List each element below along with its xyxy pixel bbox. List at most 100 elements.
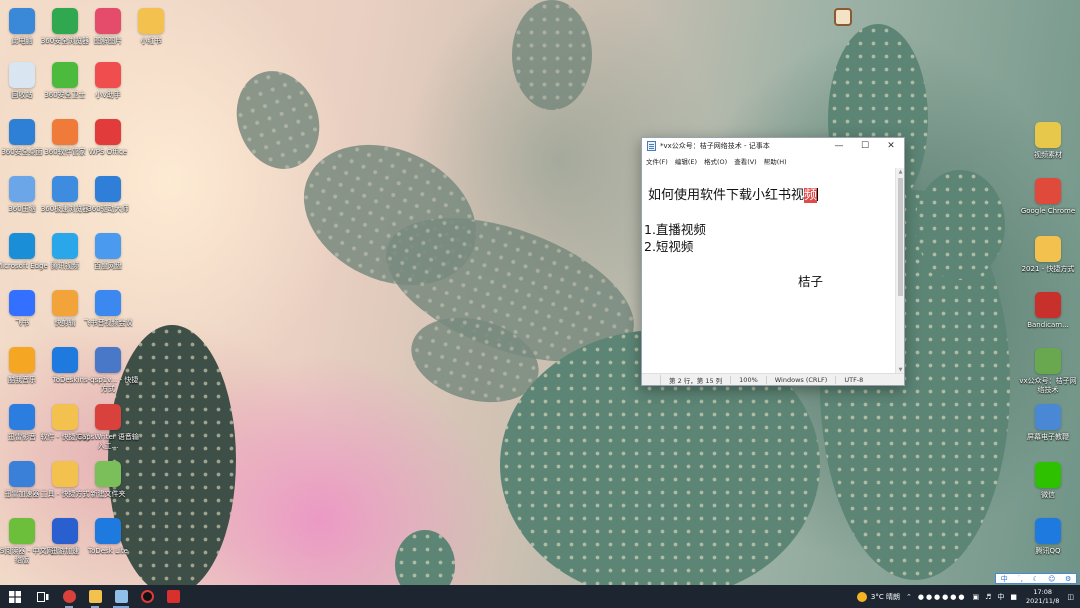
- desktop-icon-label: ToDesk Lite: [88, 547, 128, 555]
- desktop-icon[interactable]: 2021 - 快捷方式: [1016, 234, 1080, 290]
- ime-punct-icon[interactable]: ˙,: [1017, 575, 1023, 583]
- close-button[interactable]: ✕: [878, 138, 904, 154]
- shortcut-icon: [95, 347, 121, 373]
- tray-app-icons[interactable]: ●●●●●●: [918, 593, 967, 601]
- menu-view[interactable]: 查看(V): [734, 156, 757, 166]
- windows-icon: [9, 590, 21, 603]
- title-bar[interactable]: *vx公众号：桔子网络技术 - 记事本 — ☐ ✕: [642, 138, 904, 154]
- start-button[interactable]: [0, 585, 30, 608]
- desktop-icon-label: WPS Office: [88, 148, 128, 156]
- maximize-button[interactable]: ☐: [852, 138, 878, 154]
- clock[interactable]: 17:08 2021/11/8: [1026, 588, 1059, 606]
- ime-toolbar[interactable]: 中 ˙, ☾ ☺ ⚙: [995, 573, 1077, 584]
- bandicam-icon: [166, 590, 180, 603]
- ime-settings-icon[interactable]: ⚙: [1065, 575, 1071, 583]
- desktop-icon[interactable]: 腾讯QQ: [1016, 516, 1080, 572]
- notification-icon[interactable]: ◫: [1067, 593, 1074, 601]
- todesk-lite-icon: [95, 518, 121, 544]
- desktop-icon[interactable]: 360驱动大师: [76, 174, 140, 230]
- desktop-icon[interactable]: WPS Office: [76, 117, 140, 173]
- taskbar-app-bandicam[interactable]: [160, 585, 186, 608]
- baidu-netdisk-icon: [95, 233, 121, 259]
- desktop-wallpaper: 此电脑 360安全浏览器 图解图片 小红书 回收站 360安全卫士 小V助手 360安全桌面 3…: [0, 0, 1080, 585]
- desktop-icon-label: 小V助手: [95, 91, 121, 99]
- menu-bar: 文件(F) 编辑(E) 格式(O) 查看(V) 帮助(H): [642, 154, 904, 167]
- record-icon: [140, 590, 154, 603]
- list-item-2: 2.短视频: [644, 239, 694, 254]
- desktop-icon[interactable]: 飞书音视频会议: [76, 288, 140, 344]
- desktop-icon[interactable]: CapsWriter 语音输入工...: [76, 402, 140, 458]
- scroll-thumb[interactable]: [898, 178, 903, 296]
- game-accelerator-icon: [52, 518, 78, 544]
- ime-mode[interactable]: 中: [1001, 574, 1008, 584]
- menu-edit[interactable]: 编辑(E): [675, 156, 697, 166]
- desktop-icon[interactable]: Google Chrome: [1016, 176, 1080, 232]
- desktop-icon[interactable]: 小V助手: [76, 60, 140, 116]
- taskbar-app-360[interactable]: [56, 585, 82, 608]
- clock-date: 2021/11/8: [1026, 596, 1060, 605]
- 360-browser-icon: [52, 8, 78, 34]
- video-player-icon: [9, 404, 35, 430]
- network-icon[interactable]: ▣: [973, 593, 980, 601]
- wps-icon: [95, 119, 121, 145]
- cactus-pad: [223, 59, 333, 181]
- camera-icon[interactable]: [834, 8, 852, 26]
- folder-icon: [1035, 122, 1061, 148]
- vertical-scrollbar[interactable]: ▲ ▼: [895, 168, 904, 374]
- desktop-icon[interactable]: 新建文件夹: [76, 459, 140, 515]
- desktop-icon-label: Google Chrome: [1020, 207, 1076, 215]
- capswriter-icon: [95, 404, 121, 430]
- desktop-icon[interactable]: 百度网盘: [76, 231, 140, 287]
- image-viewer-icon: [95, 8, 121, 34]
- cactus-pad: [512, 0, 592, 110]
- cactus-pad: [915, 170, 1005, 280]
- rss-icon: [9, 518, 35, 544]
- tencent-video-icon: [52, 233, 78, 259]
- ime-moon-icon[interactable]: ☾: [1032, 575, 1038, 583]
- desktop-icon[interactable]: 视频素材: [1016, 120, 1080, 176]
- desktop-icon-label: 腾讯QQ: [1035, 547, 1061, 555]
- desktop-icon[interactable]: ins-qsp1v... - 快捷方式: [76, 345, 140, 401]
- cactus-pad: [395, 530, 455, 585]
- ime-language[interactable]: 中: [997, 592, 1004, 602]
- desktop-icon[interactable]: 微信: [1016, 460, 1080, 516]
- wechat-icon: [1035, 462, 1061, 488]
- task-view-button[interactable]: [30, 585, 56, 608]
- ime-options-icon[interactable]: ■: [1010, 593, 1017, 601]
- screen-pen-icon: [1035, 404, 1061, 430]
- notepad-icon: [114, 590, 128, 603]
- taskbar-app-explorer[interactable]: [82, 585, 108, 608]
- desktop-icon[interactable]: ToDesk Lite: [76, 516, 140, 572]
- taskbar: 3°C 晴朗 ⌃ ●●●●●● ▣ ♬ 中 ■ 17:08 2021/11/8 …: [0, 585, 1080, 608]
- menu-format[interactable]: 格式(O): [704, 156, 727, 166]
- weather-widget[interactable]: 3°C 晴朗: [856, 591, 900, 602]
- ime-emoji-icon[interactable]: ☺: [1048, 575, 1055, 583]
- tray-expand-icon[interactable]: ⌃: [906, 593, 912, 601]
- desktop-icon[interactable]: 屏幕电子教鞭: [1016, 402, 1080, 458]
- menu-help[interactable]: 帮助(H): [764, 156, 787, 166]
- desktop-icon-label: 360驱动大师: [87, 205, 129, 213]
- desktop-icon[interactable]: 小红书: [119, 6, 183, 62]
- volume-icon[interactable]: ♬: [985, 593, 991, 601]
- desktop-icon[interactable]: vx公众号：桔子网络技术: [1016, 346, 1080, 402]
- scroll-up-icon[interactable]: ▲: [896, 169, 905, 175]
- heading-text: 如何使用软件下载小红书视: [648, 188, 805, 203]
- sun-icon: [856, 591, 867, 602]
- meeting-icon: [95, 290, 121, 316]
- desktop-icon[interactable]: Bandicam...: [1016, 290, 1080, 346]
- minimize-button[interactable]: —: [826, 138, 852, 154]
- cursor-position: 第 2 行，第 15 列: [660, 374, 730, 385]
- taskbar-app-recorder[interactable]: [134, 585, 160, 608]
- notepad-window[interactable]: *vx公众号：桔子网络技术 - 记事本 — ☐ ✕ 文件(F) 编辑(E) 格式…: [641, 137, 905, 386]
- text-editor[interactable]: 如何使用软件下载小红书视频 1.直播视频 2.短视频 桔子: [642, 168, 896, 374]
- feishu-icon: [9, 290, 35, 316]
- folder-icon: [88, 590, 102, 603]
- 360-guard-icon: [52, 62, 78, 88]
- 360-speed-browser-icon: [52, 176, 78, 202]
- desktop-icon-label: 屏幕电子教鞭: [1027, 433, 1069, 441]
- desktop-icon-label: 飞书音视频会议: [83, 319, 133, 327]
- menu-file[interactable]: 文件(F): [646, 156, 668, 166]
- recycle-bin-icon: [9, 62, 35, 88]
- taskbar-app-notepad[interactable]: [108, 585, 134, 608]
- desktop-icon-label: 视频素材: [1034, 151, 1062, 159]
